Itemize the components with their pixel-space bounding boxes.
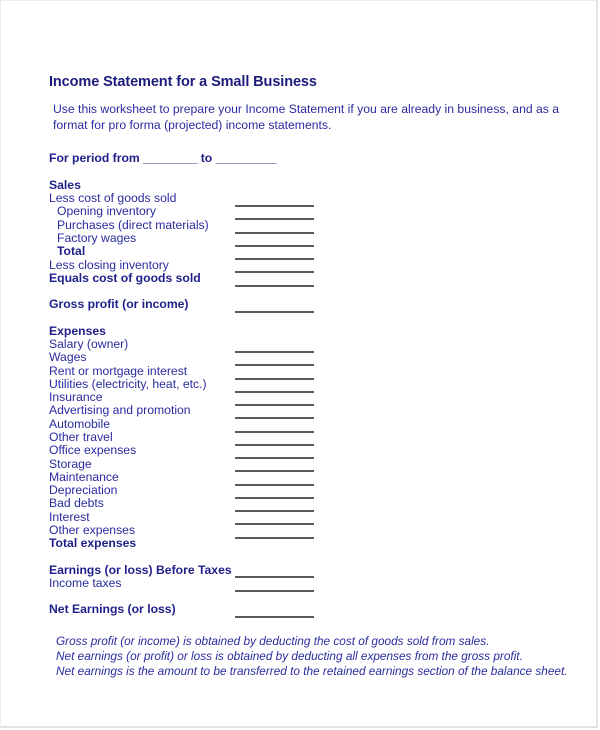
blank-line-income-taxes[interactable]	[235, 590, 314, 592]
document-title: Income Statement for a Small Business	[49, 74, 317, 90]
blank-line-expense[interactable]	[235, 457, 314, 459]
blank-line-expense[interactable]	[235, 364, 314, 366]
expense-item: Office expenses	[49, 443, 137, 457]
blank-line-purchases[interactable]	[235, 232, 314, 234]
blank-line-gross-profit[interactable]	[235, 311, 314, 313]
equals-cogs-label: Equals cost of goods sold	[49, 271, 201, 285]
blank-line-expense[interactable]	[235, 444, 314, 446]
opening-inventory-label: Opening inventory	[57, 204, 156, 218]
blank-line-earnings-before-taxes[interactable]	[235, 576, 314, 578]
blank-line-total-expenses[interactable]	[235, 537, 314, 539]
period-label: For period from ________ to _________	[49, 151, 277, 165]
document-page: Income Statement for a Small Business Us…	[0, 0, 598, 728]
cogs-total-label: Total	[57, 244, 86, 258]
blank-line-expense[interactable]	[235, 497, 314, 499]
blank-line-expense[interactable]	[235, 470, 314, 472]
blank-line-sales[interactable]	[235, 205, 314, 207]
blank-line-closing-inventory[interactable]	[235, 271, 314, 273]
gross-profit-label: Gross profit (or income)	[49, 297, 189, 311]
expense-item: Wages	[49, 350, 87, 364]
blank-line-expense[interactable]	[235, 404, 314, 406]
blank-line-factory-wages[interactable]	[235, 245, 314, 247]
intro-text: Use this worksheet to prepare your Incom…	[53, 102, 560, 132]
footnote: Net earnings (or profit) or loss is obta…	[56, 649, 523, 663]
blank-line-opening-inventory[interactable]	[235, 218, 314, 220]
total-expenses-label: Total expenses	[49, 536, 137, 550]
blank-line-expense[interactable]	[235, 510, 314, 512]
blank-line-expense[interactable]	[235, 417, 314, 419]
blank-line-expense[interactable]	[235, 378, 314, 380]
blank-line-total[interactable]	[235, 258, 314, 260]
blank-line-equals-cogs[interactable]	[235, 285, 314, 287]
blank-line-expense[interactable]	[235, 523, 314, 525]
footnote: Gross profit (or income) is obtained by …	[56, 634, 490, 648]
expense-item: Bad debts	[49, 496, 104, 510]
net-earnings-label: Net Earnings (or loss)	[49, 602, 176, 616]
expense-item: Advertising and promotion	[49, 403, 191, 417]
blank-line-expense[interactable]	[235, 431, 314, 433]
blank-line-expense[interactable]	[235, 484, 314, 486]
blank-line-expense[interactable]	[235, 351, 314, 353]
income-taxes-label: Income taxes	[49, 576, 122, 590]
footnote: Net earnings is the amount to be transfe…	[56, 664, 568, 678]
blank-line-expense[interactable]	[235, 391, 314, 393]
blank-line-net-earnings[interactable]	[235, 616, 314, 618]
